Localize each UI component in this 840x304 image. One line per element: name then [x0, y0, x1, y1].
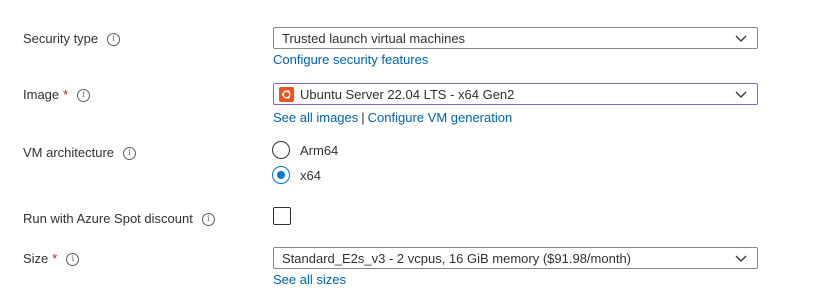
image-value: Ubuntu Server 22.04 LTS - x64 Gen2 [300, 86, 515, 102]
size-links: See all sizes [273, 272, 346, 288]
see-all-images-link[interactable]: See all images [273, 110, 358, 125]
ubuntu-icon [279, 86, 294, 102]
radio-option-x64[interactable]: x64 [272, 166, 321, 184]
configure-security-features-link[interactable]: Configure security features [273, 52, 428, 67]
security-type-links: Configure security features [273, 52, 428, 68]
configure-vm-generation-link[interactable]: Configure VM generation [368, 110, 513, 125]
link-separator: | [361, 110, 365, 125]
radio-selected-dot [277, 171, 285, 179]
security-type-dropdown[interactable]: Trusted launch virtual machines [273, 27, 758, 49]
radio-label-x64: x64 [300, 167, 321, 183]
size-value: Standard_E2s_v3 - 2 vcpus, 16 GiB memory… [282, 250, 632, 266]
required-marker: * [63, 87, 69, 102]
security-type-value: Trusted launch virtual machines [282, 30, 466, 46]
chevron-down-icon [735, 255, 747, 262]
spot-discount-checkbox[interactable] [273, 207, 291, 225]
chevron-down-icon [735, 35, 747, 42]
radio-button-arm64[interactable] [272, 141, 290, 159]
image-label: Image [23, 87, 60, 102]
vm-architecture-label-group: VM architecture i [23, 145, 137, 161]
radio-label-arm64: Arm64 [300, 142, 339, 158]
info-icon[interactable]: i [77, 88, 91, 102]
vm-architecture-label: VM architecture [23, 145, 115, 160]
image-label-group: Image * i [23, 87, 91, 103]
radio-button-x64[interactable] [272, 166, 290, 184]
size-label: Size [23, 251, 49, 266]
info-icon[interactable]: i [201, 212, 215, 226]
security-type-label: Security type [23, 31, 99, 46]
size-dropdown[interactable]: Standard_E2s_v3 - 2 vcpus, 16 GiB memory… [273, 247, 758, 269]
required-marker: * [52, 251, 58, 266]
radio-option-arm64[interactable]: Arm64 [272, 141, 338, 159]
info-icon[interactable]: i [123, 146, 137, 160]
info-icon[interactable]: i [66, 252, 80, 266]
image-links: See all images | Configure VM generation [273, 110, 512, 126]
spot-discount-label-group: Run with Azure Spot discount i [23, 211, 215, 227]
see-all-sizes-link[interactable]: See all sizes [273, 272, 346, 287]
info-icon[interactable]: i [107, 32, 121, 46]
chevron-down-icon [735, 91, 747, 98]
security-type-label-group: Security type i [23, 31, 121, 47]
size-label-group: Size * i [23, 251, 80, 267]
image-dropdown[interactable]: Ubuntu Server 22.04 LTS - x64 Gen2 [273, 83, 758, 105]
spot-discount-label: Run with Azure Spot discount [23, 211, 193, 226]
